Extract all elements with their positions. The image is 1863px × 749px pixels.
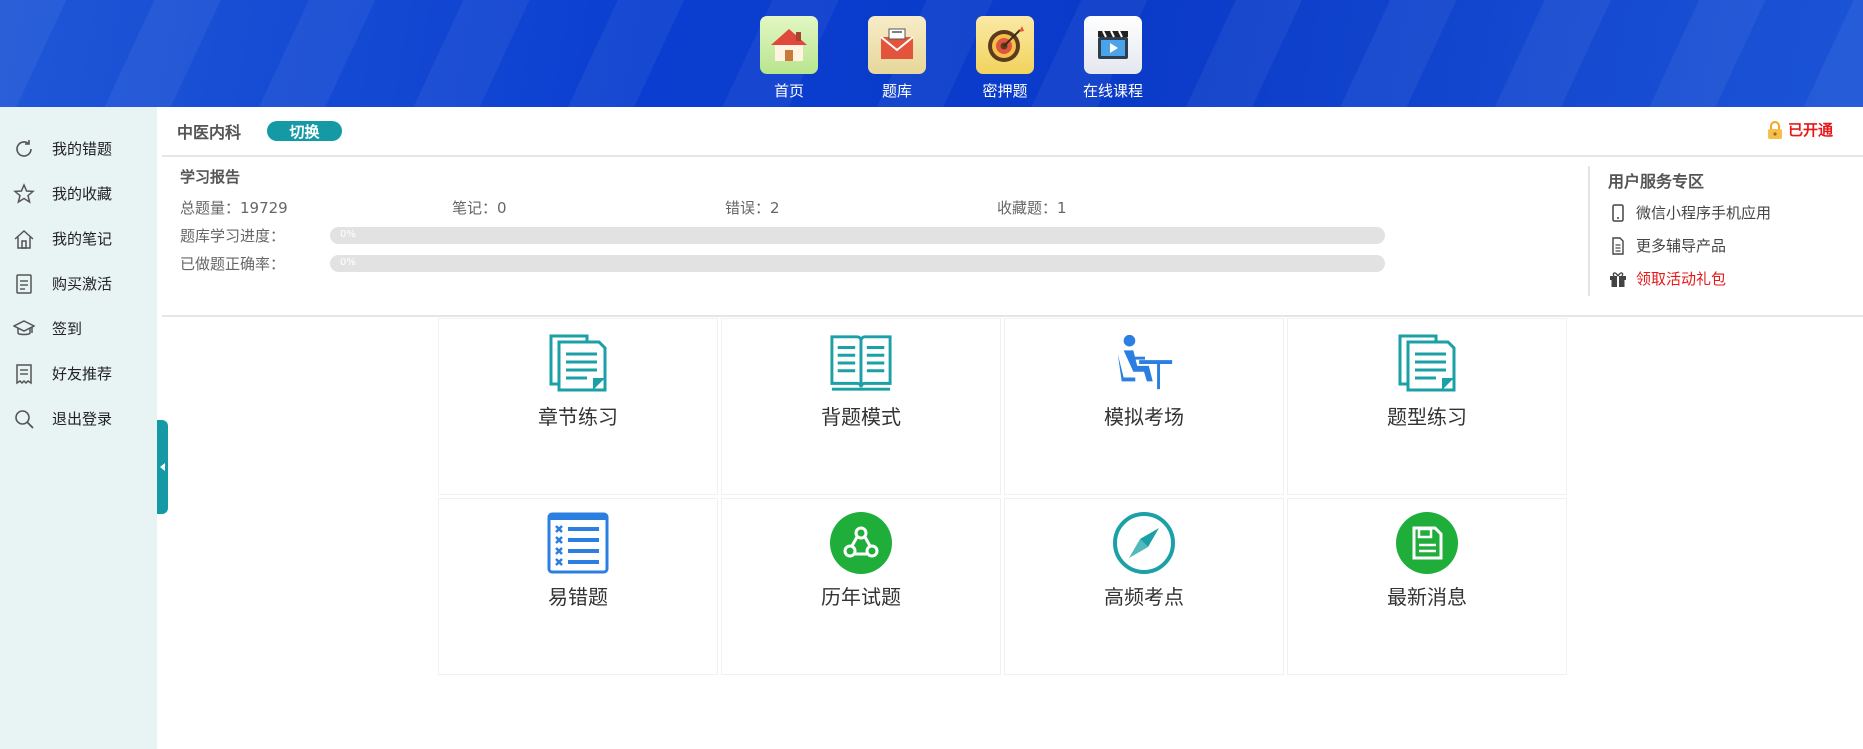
- service-item-label: 更多辅导产品: [1636, 237, 1727, 255]
- switch-subject-button[interactable]: 切换: [267, 121, 343, 141]
- sidebar-item-my-errors[interactable]: 我的错题: [0, 126, 157, 171]
- caret-left-icon: [159, 463, 165, 471]
- chapter-document-icon: [546, 331, 610, 395]
- service-item-more-products[interactable]: 更多辅导产品: [1608, 229, 1848, 262]
- errors-count: 错误：2: [725, 199, 780, 217]
- func-mock-exam[interactable]: 模拟考场: [1004, 318, 1284, 495]
- envelope-icon: [868, 16, 926, 74]
- subject-name: 中医内科: [177, 123, 242, 142]
- home-icon: [760, 16, 818, 74]
- sidebar: 我的错题 我的收藏 我的笔记 购买激活 签到 好友推荐 退出登录: [0, 107, 157, 749]
- sidebar-item-label: 签到: [52, 320, 83, 338]
- sidebar-item-my-favorites[interactable]: 我的收藏: [0, 171, 157, 216]
- sidebar-item-friend-recommend[interactable]: 好友推荐: [0, 351, 157, 396]
- house-outline-icon: [12, 227, 36, 251]
- func-memorize-mode[interactable]: 背题模式: [721, 318, 1001, 495]
- target-icon: [976, 16, 1034, 74]
- accuracy-text: 0%: [340, 257, 356, 268]
- total-questions: 总题量：19729: [180, 199, 288, 217]
- accuracy-bar: 0%: [330, 255, 1385, 272]
- star-icon: [12, 182, 36, 206]
- func-label: 题型练习: [1387, 405, 1467, 429]
- study-report-title: 学习报告: [180, 168, 241, 186]
- top-nav: 首页 题库 密押题 在线课程: [760, 16, 1144, 101]
- sidebar-item-label: 退出登录: [52, 410, 113, 428]
- func-error-prone[interactable]: 易错题: [438, 498, 718, 675]
- func-label: 最新消息: [1387, 585, 1467, 609]
- sidebar-item-label: 我的收藏: [52, 185, 113, 203]
- horizontal-divider: [162, 315, 1863, 317]
- favorites-count: 收藏题：1: [997, 199, 1067, 217]
- sidebar-item-check-in[interactable]: 签到: [0, 306, 157, 351]
- accuracy-row: 已做题正确率： 0%: [180, 249, 1580, 277]
- nav-home-label: 首页: [773, 82, 804, 100]
- question-type-document-icon: [1395, 331, 1459, 395]
- lock-icon: [1767, 120, 1782, 139]
- nav-online-courses-label: 在线课程: [1083, 82, 1144, 100]
- func-question-type-practice[interactable]: 题型练习: [1287, 318, 1567, 495]
- graduation-cap-icon: [12, 317, 36, 341]
- progress-bar: 0%: [330, 227, 1385, 244]
- service-item-label: 领取活动礼包: [1636, 270, 1727, 288]
- sidebar-item-purchase-activate[interactable]: 购买激活: [0, 261, 157, 306]
- open-book-icon: [829, 331, 893, 395]
- vertical-divider: [1588, 166, 1590, 296]
- progress-text: 0%: [340, 229, 356, 240]
- refresh-icon: [12, 137, 36, 161]
- nav-home[interactable]: 首页: [760, 16, 818, 101]
- service-item-label: 微信小程序手机应用: [1636, 204, 1772, 222]
- nav-online-courses[interactable]: 在线课程: [1083, 16, 1144, 101]
- func-past-papers[interactable]: 历年试题: [721, 498, 1001, 675]
- func-chapter-practice[interactable]: 章节练习: [438, 318, 718, 495]
- sidebar-item-label: 购买激活: [52, 275, 113, 293]
- exam-desk-icon: [1112, 331, 1176, 395]
- past-papers-icon: [829, 511, 893, 575]
- opened-status: 已开通: [1766, 119, 1833, 140]
- func-latest-news[interactable]: 最新消息: [1287, 498, 1567, 675]
- document-icon: [12, 272, 36, 296]
- func-label: 易错题: [548, 585, 608, 609]
- user-service-zone: 用户服务专区 微信小程序手机应用 更多辅导产品 领取活动礼包: [1608, 168, 1848, 295]
- func-label: 背题模式: [821, 405, 901, 429]
- mobile-phone-icon: [1608, 203, 1628, 223]
- document-icon: [1608, 236, 1628, 256]
- user-service-title: 用户服务专区: [1608, 172, 1705, 191]
- opened-status-text: 已开通: [1787, 121, 1833, 139]
- service-item-wechat-app[interactable]: 微信小程序手机应用: [1608, 196, 1848, 229]
- error-list-icon: [546, 511, 610, 575]
- notes-count: 笔记：0: [452, 199, 507, 217]
- study-report: 学习报告 总题量：19729 笔记：0 错误：2 收藏题：1 题库学习进度： 0…: [180, 166, 1580, 277]
- nav-question-bank[interactable]: 题库: [868, 16, 926, 101]
- video-clapper-icon: [1084, 16, 1142, 74]
- receipt-icon: [12, 362, 36, 386]
- top-banner: 首页 题库 密押题 在线课程: [0, 0, 1863, 107]
- subject-bar: 中医内科 切换 已开通: [162, 107, 1863, 157]
- report-stats: 总题量：19729 笔记：0 错误：2 收藏题：1: [180, 197, 1580, 221]
- func-label: 模拟考场: [1104, 405, 1184, 429]
- func-high-frequency-points[interactable]: 高频考点: [1004, 498, 1284, 675]
- progress-row: 题库学习进度： 0%: [180, 221, 1580, 249]
- func-label: 高频考点: [1104, 585, 1184, 609]
- service-item-gift-package[interactable]: 领取活动礼包: [1608, 262, 1848, 295]
- compass-icon: [1112, 511, 1176, 575]
- function-grid: 章节练习 背题模式 模拟考场 题型练习 易错题 历年试题 高频考点 最新消息: [438, 318, 1567, 675]
- progress-label: 题库学习进度：: [180, 226, 286, 245]
- func-label: 历年试题: [821, 585, 901, 609]
- sidebar-item-label: 我的笔记: [52, 230, 113, 248]
- sidebar-collapse-tab[interactable]: [157, 420, 168, 514]
- gift-icon: [1608, 269, 1628, 289]
- nav-question-bank-label: 题库: [881, 82, 912, 100]
- nav-secret-questions-label: 密押题: [982, 82, 1028, 100]
- sidebar-item-label: 好友推荐: [52, 365, 113, 383]
- nav-secret-questions[interactable]: 密押题: [976, 16, 1034, 101]
- accuracy-label: 已做题正确率：: [180, 254, 286, 273]
- sidebar-item-label: 我的错题: [52, 140, 113, 158]
- func-label: 章节练习: [538, 405, 618, 429]
- floppy-save-icon: [1395, 511, 1459, 575]
- search-icon: [12, 407, 36, 431]
- sidebar-item-logout[interactable]: 退出登录: [0, 396, 157, 441]
- sidebar-item-my-notes[interactable]: 我的笔记: [0, 216, 157, 261]
